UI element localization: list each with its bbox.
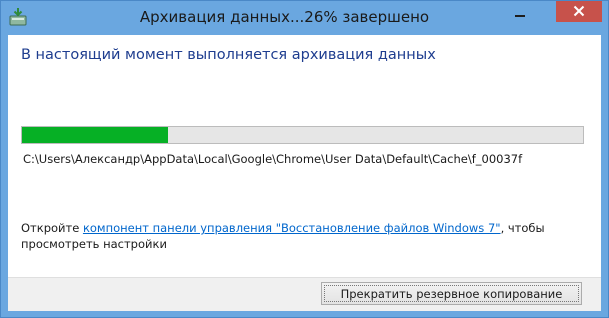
current-file-path: C:\Users\Александр\AppData\Local\Google\… (23, 152, 523, 166)
close-icon (573, 2, 585, 21)
progress-bar (21, 126, 584, 144)
control-panel-link[interactable]: компонент панели управления "Восстановле… (83, 221, 501, 235)
title-bar[interactable]: Архивация данных...26% завершено (1, 1, 608, 35)
minimize-button[interactable] (504, 2, 536, 24)
button-bar: Прекратить резервное копирование (8, 277, 601, 311)
status-heading: В настоящий момент выполняется архивация… (21, 47, 436, 63)
info-text: Откройте компонент панели управления "Во… (21, 220, 581, 252)
backup-progress-window: Архивация данных...26% завершено В насто… (0, 0, 609, 318)
window-title: Архивация данных...26% завершено (139, 8, 430, 26)
minimize-icon (515, 15, 525, 17)
close-button[interactable] (556, 1, 602, 22)
info-prefix: Откройте (21, 221, 83, 235)
progress-fill (22, 127, 168, 143)
backup-restore-icon (8, 7, 28, 27)
dialog-content: В настоящий момент выполняется архивация… (8, 35, 601, 277)
stop-backup-button[interactable]: Прекратить резервное копирование (321, 282, 582, 305)
